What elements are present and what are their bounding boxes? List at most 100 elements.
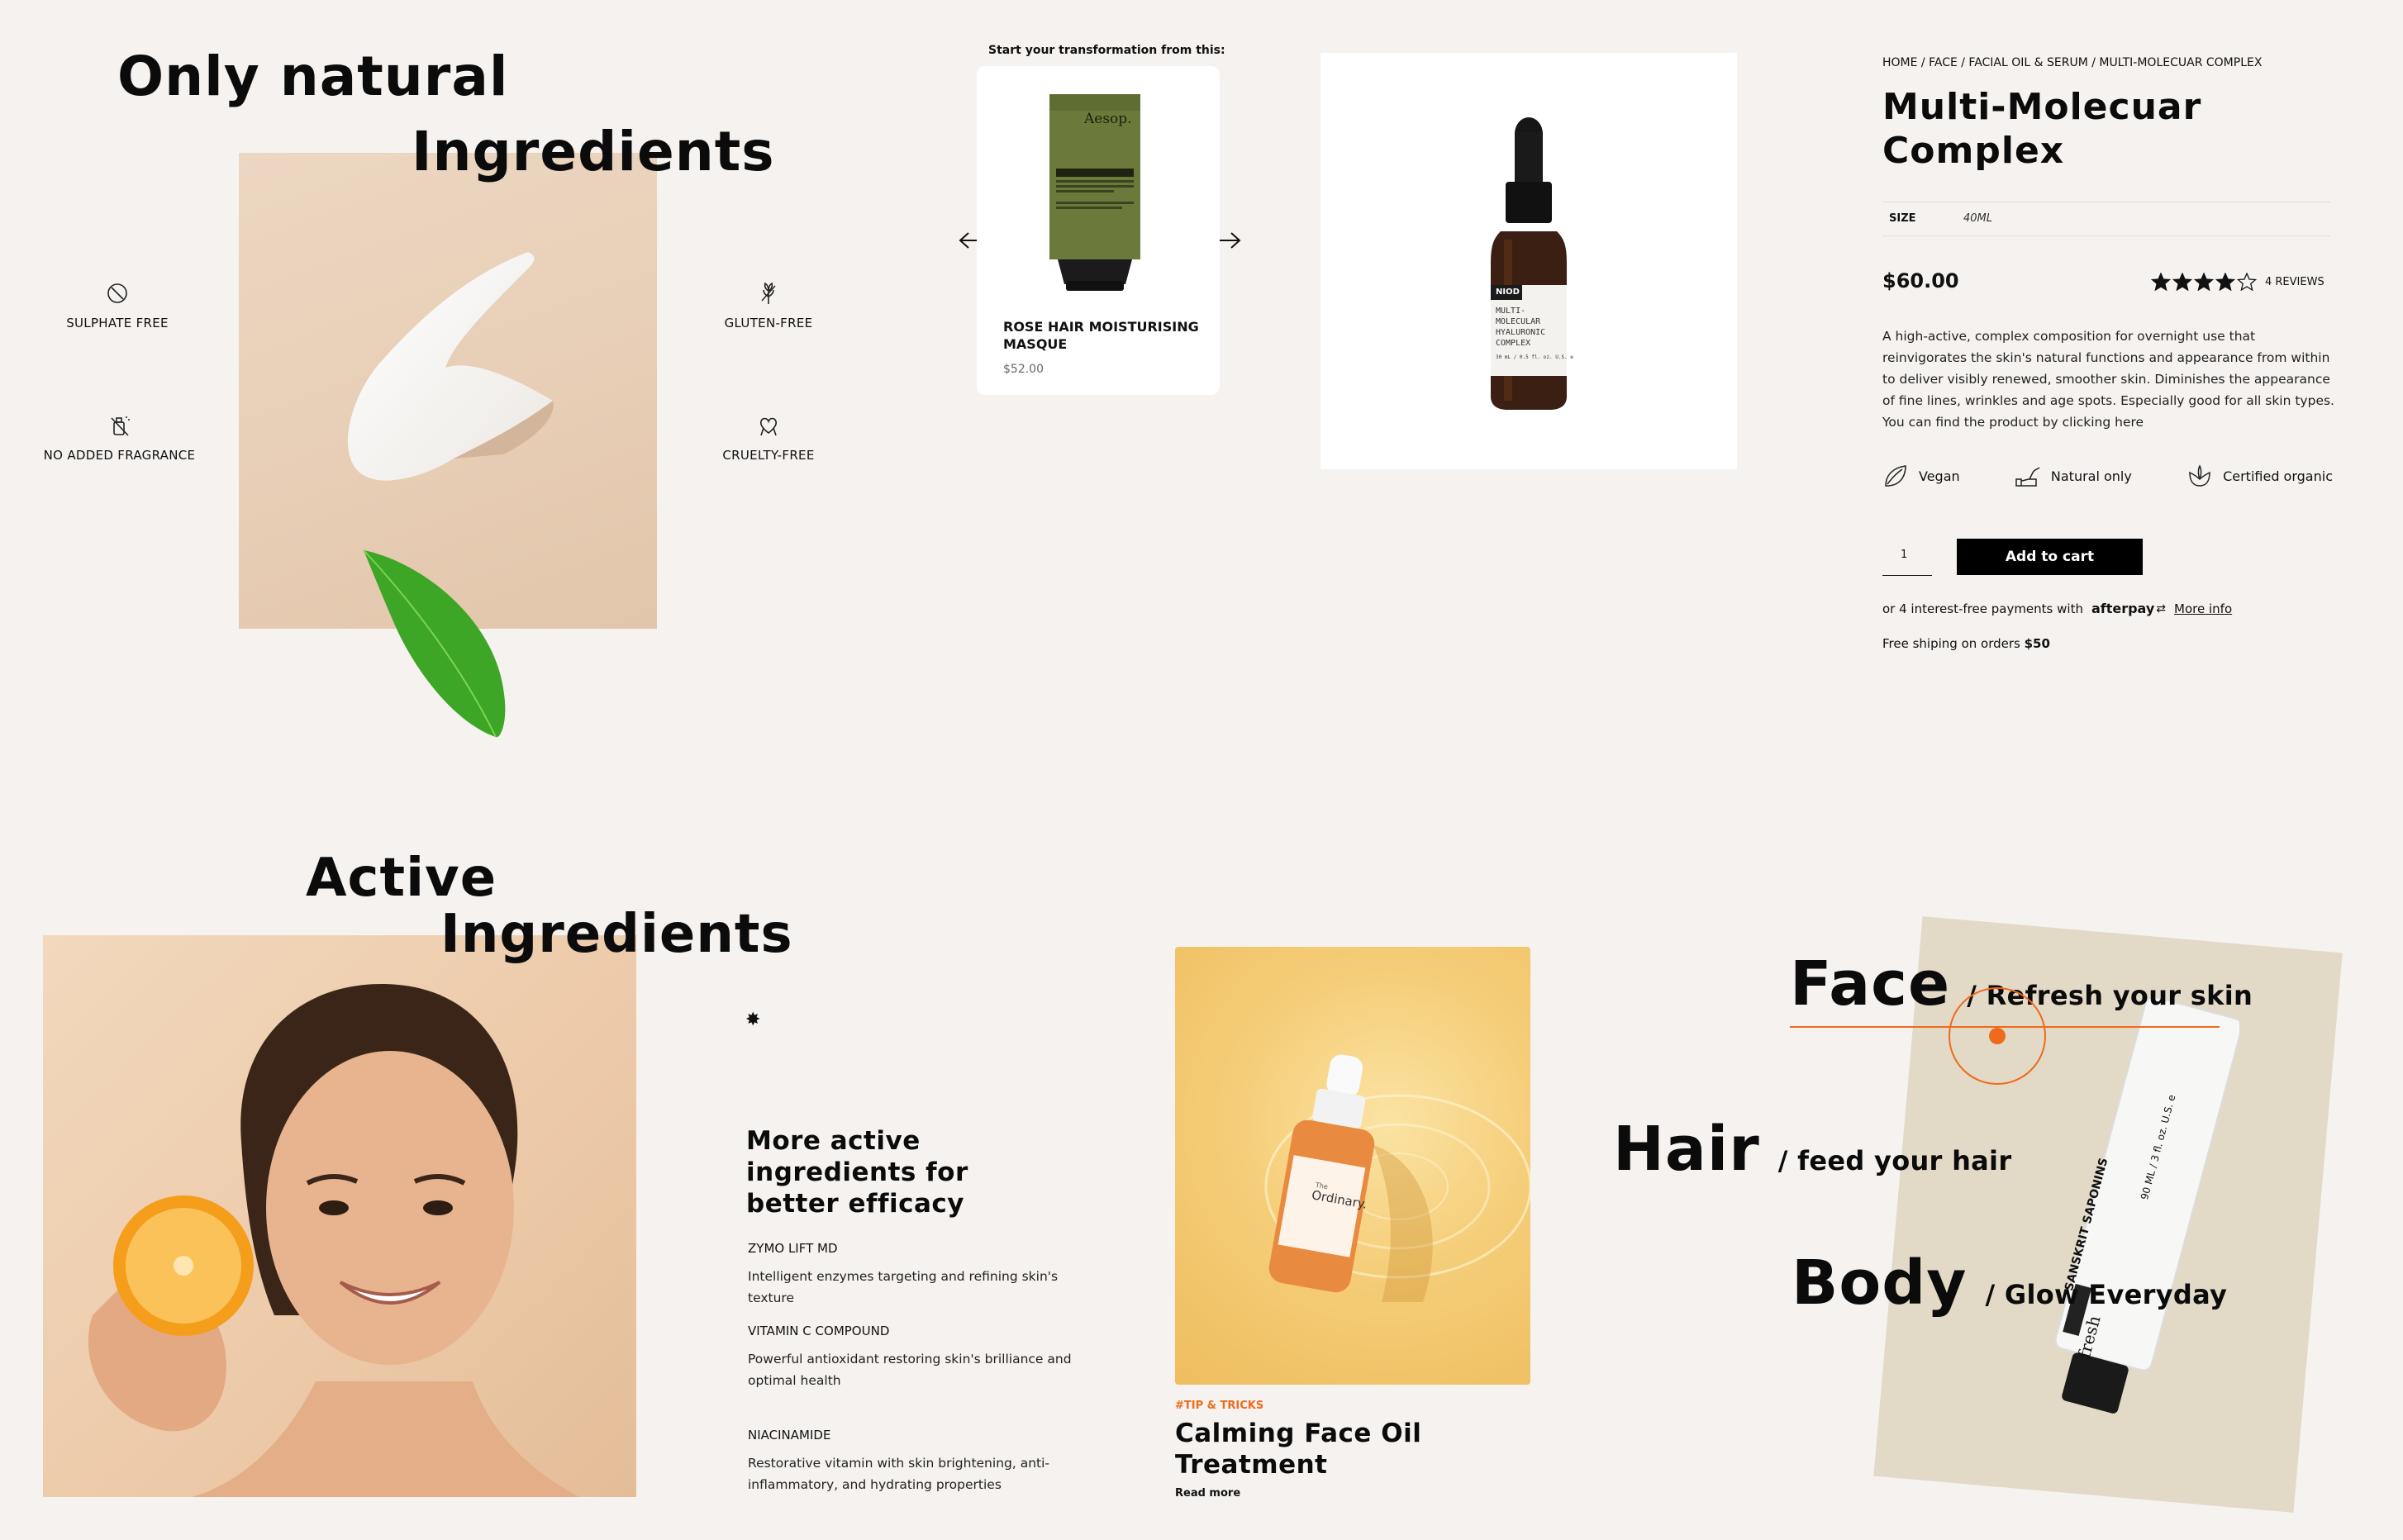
product-card-name[interactable]: ROSE HAIR MOISTURISING MASQUE	[1003, 318, 1199, 353]
active-heading-line3: better efficacy	[746, 1189, 964, 1219]
heart-hands-icon	[759, 417, 778, 436]
lotus-icon	[2189, 464, 2210, 487]
ingredient-item: NIACINAMIDE Restorative vitamin with ski…	[748, 1428, 1095, 1495]
read-more-link[interactable]: Read more	[1175, 1487, 1240, 1500]
category-face-name: Face	[1790, 948, 1951, 1020]
review-count[interactable]: 4 REVIEWS	[2265, 276, 2324, 288]
quantity-value: 1	[1901, 549, 1908, 561]
size-value[interactable]: 40ML	[1963, 212, 1992, 225]
serum-bottle-icon	[1264, 1054, 1530, 1302]
leaf-icon	[1885, 465, 1906, 487]
wheat-icon	[761, 282, 776, 304]
active-heading: More active ingredients for better effic…	[746, 1125, 968, 1219]
tube-brand: Aesop.	[1084, 111, 1132, 127]
afterpay-icon: ⇄	[2156, 601, 2167, 616]
star-filled-icon	[2151, 273, 2171, 291]
size-label: SIZE	[1889, 212, 1916, 225]
natural-title-line2: Ingredients	[412, 120, 775, 183]
smiling-woman-icon	[88, 984, 580, 1497]
star-filled-icon	[2194, 273, 2214, 291]
bottle-label-line2: MOLECULAR	[1496, 317, 1541, 326]
feature-label: GLUTEN-FREE	[724, 316, 813, 330]
asterisk-icon: ✸	[745, 1010, 761, 1030]
natural-title-line1: Only natural	[117, 45, 509, 108]
feature-sulphate-free: SULPHATE FREE	[51, 281, 183, 330]
feature-label: NO ADDED FRAGRANCE	[43, 448, 196, 463]
category-body-tagline: / Glow Everyday	[1985, 1279, 2228, 1310]
attribute-list: Vegan Natural only Certified organic	[1882, 463, 2333, 489]
product-price: $60.00	[1882, 269, 1959, 292]
star-filled-icon	[2215, 273, 2235, 291]
ingredient-desc: Intelligent enzymes targeting and refini…	[748, 1269, 1059, 1305]
category-body[interactable]: Body / Glow Everyday	[1792, 1248, 2227, 1319]
size-selector[interactable]: SIZE 40ML	[1882, 202, 2330, 236]
carousel-heading: Start your transformation from this:	[988, 44, 1225, 57]
ingredient-item: ZYMO LIFT MD Intelligent enzymes targeti…	[748, 1241, 1095, 1309]
afterpay-logo: afterpay	[2091, 601, 2155, 616]
cursor-target-icon	[1949, 987, 2046, 1085]
ingredient-name: NIACINAMIDE	[748, 1428, 831, 1443]
attribute-natural: Natural only	[2015, 463, 2132, 489]
feature-no-added-fragrance: NO ADDED FRAGRANCE	[35, 413, 204, 463]
blog-title-line2: Treatment	[1175, 1450, 1328, 1480]
bottle-label-line4: COMPLEX	[1496, 339, 1531, 348]
product-card[interactable]: Aesop. ROSE HAIR MOISTURISING MASQUE $52…	[977, 66, 1220, 395]
blog-title-line1: Calming Face Oil	[1175, 1419, 1422, 1448]
bottle-label-line5: 30 mL / 0.5 fl. oz. U.S. e	[1496, 354, 1573, 360]
product-card-price: $52.00	[1003, 363, 1044, 376]
active-title-line2: Ingredients	[440, 904, 793, 965]
dropper-bottle-icon	[1491, 117, 1567, 410]
feature-gluten-free: GLUTEN-FREE	[702, 281, 835, 330]
feature-label: CRUELTY-FREE	[722, 448, 815, 463]
bottle-label-brand: NIOD	[1496, 288, 1520, 297]
bottle-label-text: MULTI- MOLECULAR HYALURONIC COMPLEX 30 m…	[1496, 306, 1573, 363]
leaf-decoration-icon	[363, 549, 506, 738]
no-sulphate-icon	[107, 283, 127, 303]
attribute-label: Vegan	[1919, 468, 1960, 484]
ingredient-desc: optimal health	[748, 1373, 841, 1388]
ingredient-desc: Powerful antioxidant restoring skin's br…	[748, 1352, 1072, 1367]
add-to-cart-button[interactable]: Add to cart	[1957, 539, 2143, 575]
afterpay-text: or 4 interest-free payments with	[1882, 601, 2083, 616]
product-title: Multi-Molecuar Complex	[1882, 85, 2201, 173]
star-empty-icon	[2237, 273, 2257, 291]
product-title-line1: Multi-Molecuar	[1882, 86, 2202, 128]
shipping-amount: $50	[2024, 636, 2050, 651]
star-filled-icon	[2172, 273, 2192, 291]
active-title-line1: Active	[306, 848, 497, 909]
model-image	[43, 935, 636, 1497]
product-card-name-line1: ROSE HAIR MOISTURISING	[1003, 319, 1199, 335]
attribute-vegan: Vegan	[1882, 463, 1960, 489]
category-hair-name: Hair	[1613, 1114, 1760, 1185]
ingredient-desc: Restorative vitamin with skin brightenin…	[748, 1456, 1050, 1471]
more-info-link[interactable]: More info	[2174, 601, 2232, 616]
product-description: A high-active, complex composition for o…	[1882, 329, 2334, 430]
afterpay-info: or 4 interest-free payments with afterpa…	[1882, 601, 2232, 616]
ingredient-name: ZYMO LIFT MD	[748, 1241, 838, 1256]
product-card-name-line2: MASQUE	[1003, 336, 1068, 352]
product-title-line2: Complex	[1882, 130, 2065, 172]
breadcrumb[interactable]: HOME / FACE / FACIAL OIL & SERUM / MULTI…	[1882, 56, 2262, 69]
product-hero-image: NIOD MULTI- MOLECULAR HYALURONIC COMPLEX…	[1320, 53, 1737, 469]
category-hair-tagline: / feed your hair	[1777, 1145, 2012, 1176]
hand-icon	[2015, 467, 2040, 487]
category-body-name: Body	[1792, 1248, 1968, 1319]
blog-title[interactable]: Calming Face Oil Treatment	[1175, 1418, 1421, 1481]
feature-cruelty-free: CRUELTY-FREE	[702, 413, 835, 463]
bottle-label-line1: MULTI-	[1496, 307, 1526, 316]
product-card-image: Aesop.	[1049, 94, 1140, 292]
shipping-text: Free shiping on orders	[1882, 636, 2020, 651]
quantity-input[interactable]: 1	[1882, 539, 1932, 576]
ingredient-name: VITAMIN C COMPOUND	[748, 1324, 890, 1338]
active-heading-line2: ingredients for	[746, 1157, 968, 1187]
blog-image[interactable]: The Ordinary.	[1175, 947, 1530, 1385]
attribute-label: Certified organic	[2223, 468, 2333, 484]
active-heading-line1: More active	[746, 1126, 921, 1156]
ingredient-item: VITAMIN C COMPOUND Powerful antioxidant …	[748, 1324, 1095, 1391]
blog-tag[interactable]: #TIP & TRICKS	[1175, 1400, 1263, 1412]
feature-label: SULPHATE FREE	[66, 316, 169, 330]
attribute-organic: Certified organic	[2186, 463, 2333, 489]
rating-stars[interactable]	[2151, 273, 2257, 291]
attribute-label: Natural only	[2050, 468, 2132, 484]
category-hair[interactable]: Hair / feed your hair	[1613, 1114, 2011, 1185]
